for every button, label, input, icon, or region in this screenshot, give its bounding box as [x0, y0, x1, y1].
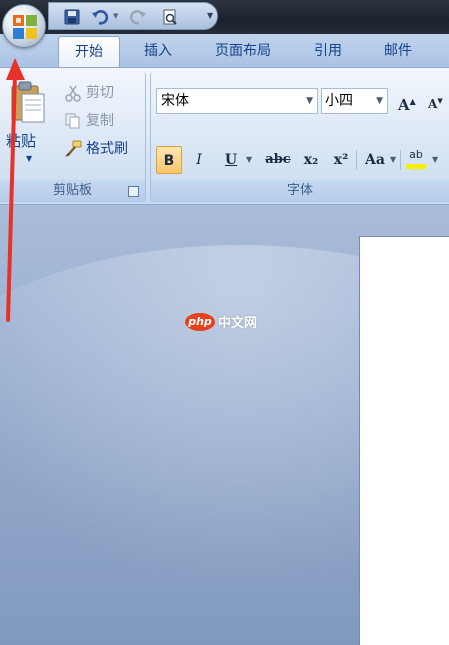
tab-page-layout[interactable]: 页面布局: [200, 36, 286, 68]
watermark: php 中文网: [185, 312, 257, 331]
change-case-dropdown-icon[interactable]: ▼: [390, 146, 396, 174]
document-workspace: php 中文网: [0, 205, 449, 645]
highlighter-icon: [406, 164, 426, 169]
superscript-button[interactable]: x²: [328, 146, 354, 174]
chevron-down-icon: ▼: [376, 96, 383, 106]
watermark-badge: php: [185, 312, 215, 331]
strikethrough-button[interactable]: abc: [262, 146, 294, 174]
underline-button[interactable]: U: [218, 146, 244, 174]
scissors-icon: [65, 85, 81, 102]
tab-references[interactable]: 引用: [300, 36, 356, 68]
copy-icon: [65, 113, 80, 129]
tab-insert[interactable]: 插入: [130, 36, 186, 68]
font-group-label: 字体: [151, 180, 449, 202]
quick-access-toolbar: ▼ ▼: [48, 2, 218, 30]
ribbon: 粘贴 ▼ 剪切 复制 格式刷 剪贴板 字体 宋体 ▼ 小四 ▼ A▲ A▼ B …: [0, 67, 449, 205]
cut-button[interactable]: 剪切: [64, 82, 114, 104]
shrink-arrow-icon: ▼: [437, 96, 443, 105]
italic-button[interactable]: I: [186, 146, 212, 174]
bold-button[interactable]: B: [156, 146, 182, 174]
redo-icon[interactable]: [129, 8, 147, 26]
shrink-font-button[interactable]: A▼: [428, 88, 449, 114]
grow-font-button[interactable]: A▲: [398, 88, 420, 114]
underline-dropdown-icon[interactable]: ▼: [246, 146, 252, 174]
undo-icon[interactable]: [91, 8, 109, 26]
ribbon-tab-row: 开始 插入 页面布局 引用 邮件: [0, 34, 449, 68]
font-name-value: 宋体: [161, 93, 189, 109]
font-name-select[interactable]: 宋体 ▼: [156, 88, 318, 114]
print-preview-icon[interactable]: [161, 8, 179, 26]
format-painter-button[interactable]: 格式刷: [64, 138, 128, 160]
format-painter-icon: [65, 140, 82, 157]
format-painter-label: 格式刷: [86, 141, 128, 157]
divider: [356, 150, 357, 170]
grow-arrow-icon: ▲: [409, 96, 416, 106]
office-logo-icon: [13, 15, 37, 39]
cut-label: 剪切: [86, 85, 114, 101]
grow-font-label: A: [398, 96, 410, 114]
save-icon[interactable]: [63, 8, 81, 26]
chevron-down-icon: ▼: [306, 96, 313, 106]
document-page[interactable]: [359, 236, 449, 645]
copy-button[interactable]: 复制: [64, 110, 114, 132]
office-button[interactable]: [2, 4, 46, 48]
tab-mailings[interactable]: 邮件: [368, 36, 428, 68]
subscript-button[interactable]: x₂: [298, 146, 324, 174]
change-case-button[interactable]: Aa: [360, 146, 390, 174]
watermark-text: 中文网: [218, 316, 258, 331]
customize-qat-icon[interactable]: ▼: [207, 11, 213, 20]
font-size-value: 小四: [325, 93, 353, 109]
undo-dropdown-icon[interactable]: ▼: [113, 12, 118, 20]
highlight-label: ab: [409, 148, 423, 161]
title-bar: ▼ ▼: [0, 0, 449, 34]
clipboard-dialog-launcher-icon[interactable]: [128, 186, 139, 197]
shrink-font-label: A: [428, 97, 438, 111]
copy-label: 复制: [86, 113, 114, 129]
divider: [400, 150, 401, 170]
highlight-button[interactable]: ab: [404, 146, 428, 174]
font-size-select[interactable]: 小四 ▼: [321, 88, 388, 114]
red-arrow-icon: [6, 58, 25, 322]
highlight-dropdown-icon[interactable]: ▼: [432, 146, 438, 174]
tab-home[interactable]: 开始: [58, 36, 120, 68]
